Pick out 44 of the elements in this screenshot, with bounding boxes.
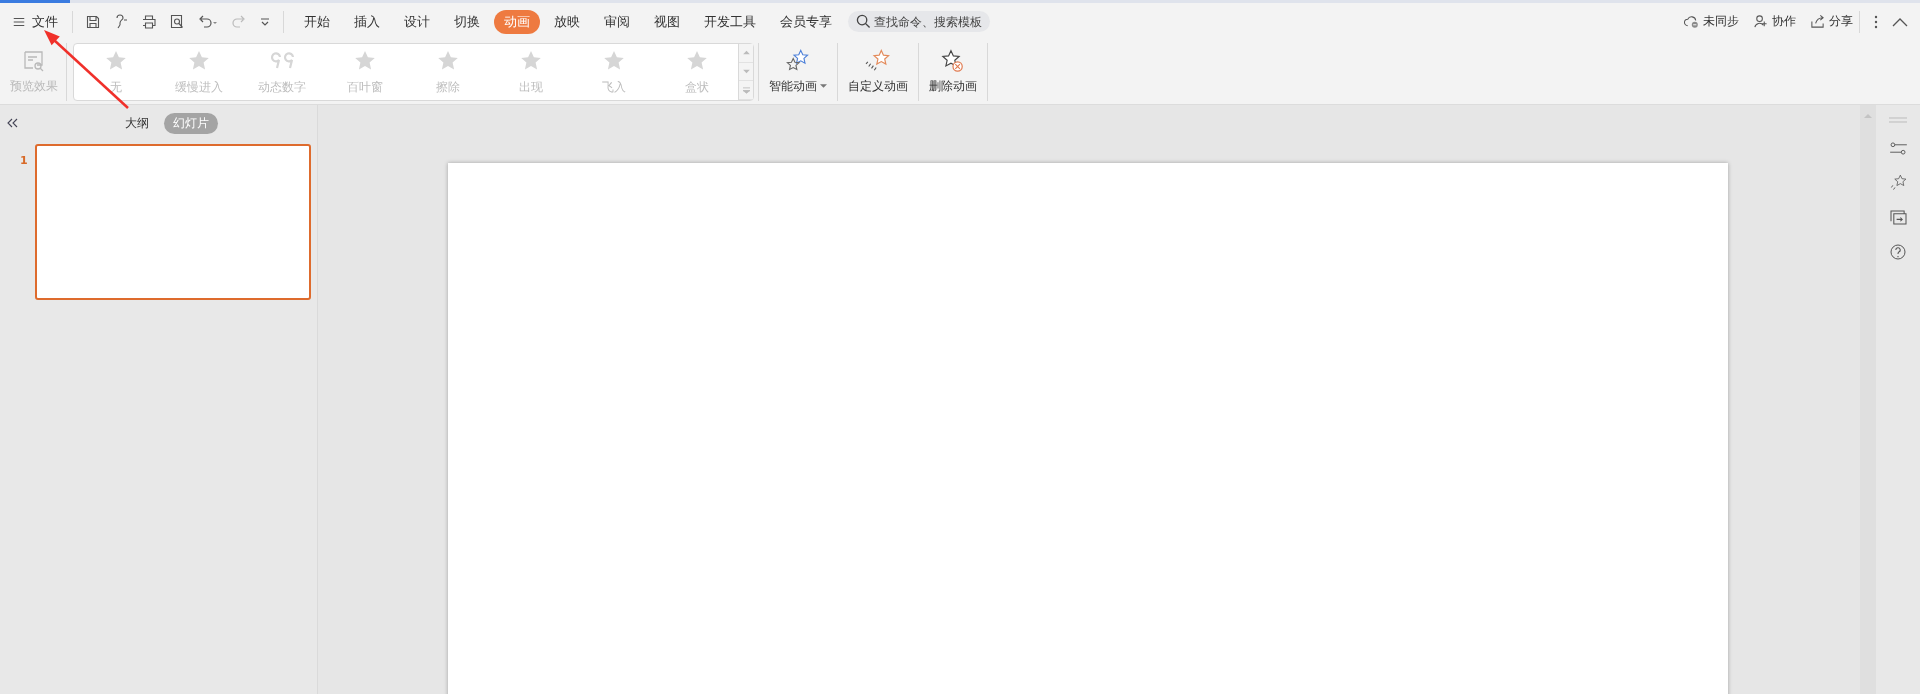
ribbon-tab[interactable]: 切换 bbox=[444, 9, 490, 34]
cloud-icon bbox=[1684, 14, 1699, 29]
add-person-icon bbox=[1753, 14, 1768, 29]
print-preview-icon[interactable] bbox=[169, 13, 185, 30]
slide-thumbnail[interactable] bbox=[35, 144, 311, 300]
animation-star-icon[interactable] bbox=[1889, 174, 1907, 191]
customize-caret-icon[interactable] bbox=[259, 15, 271, 28]
ribbon-tab[interactable]: 开发工具 bbox=[694, 9, 766, 34]
up-arrow-icon bbox=[742, 50, 750, 56]
help-icon[interactable] bbox=[1890, 244, 1906, 260]
collab-button[interactable]: 协作 bbox=[1753, 13, 1796, 30]
collapse-panel-icon[interactable] bbox=[7, 118, 19, 128]
smart-animation-button[interactable]: 智能动画 bbox=[763, 47, 833, 97]
star-delete-icon bbox=[940, 49, 966, 73]
settings-sliders-icon[interactable] bbox=[1889, 142, 1907, 155]
view-tab[interactable]: 大纲 bbox=[116, 112, 158, 134]
expand-icon bbox=[742, 86, 750, 94]
save-icon[interactable] bbox=[85, 13, 101, 30]
ribbon-tab[interactable]: 审阅 bbox=[594, 9, 640, 34]
ribbon-tab[interactable]: 插入 bbox=[344, 9, 390, 34]
ribbon-tab[interactable]: 开始 bbox=[294, 9, 340, 34]
search-field[interactable]: 查找命令、搜索模板 bbox=[848, 11, 990, 32]
shooting-star-icon bbox=[865, 49, 891, 73]
file-menu-button[interactable]: 文件 bbox=[12, 12, 58, 31]
share-button[interactable]: 分享 bbox=[1810, 13, 1853, 30]
sync-button[interactable]: 未同步 bbox=[1684, 13, 1739, 30]
ribbon-tab[interactable]: 视图 bbox=[644, 9, 690, 34]
slide-number: 1 bbox=[20, 154, 29, 167]
ribbon-tab[interactable]: 设计 bbox=[394, 9, 440, 34]
down-arrow-icon bbox=[742, 69, 750, 74]
more-icon[interactable] bbox=[1872, 13, 1880, 30]
search-icon bbox=[856, 14, 871, 29]
undo-icon[interactable] bbox=[197, 13, 219, 30]
delete-animation-button[interactable]: 删除动画 bbox=[923, 47, 983, 97]
preview-icon bbox=[22, 49, 46, 73]
stars-icon bbox=[785, 49, 811, 73]
custom-animation-button[interactable]: 自定义动画 bbox=[842, 47, 914, 97]
vertical-scrollbar[interactable] bbox=[1860, 105, 1876, 694]
ribbon-tab[interactable]: 会员专享 bbox=[770, 9, 842, 34]
collapse-ribbon-icon[interactable] bbox=[1892, 16, 1908, 27]
slideshow-icon[interactable] bbox=[1889, 210, 1907, 225]
print-icon[interactable] bbox=[141, 13, 157, 30]
share-icon bbox=[1810, 14, 1825, 29]
ribbon-tab[interactable]: 放映 bbox=[544, 9, 590, 34]
